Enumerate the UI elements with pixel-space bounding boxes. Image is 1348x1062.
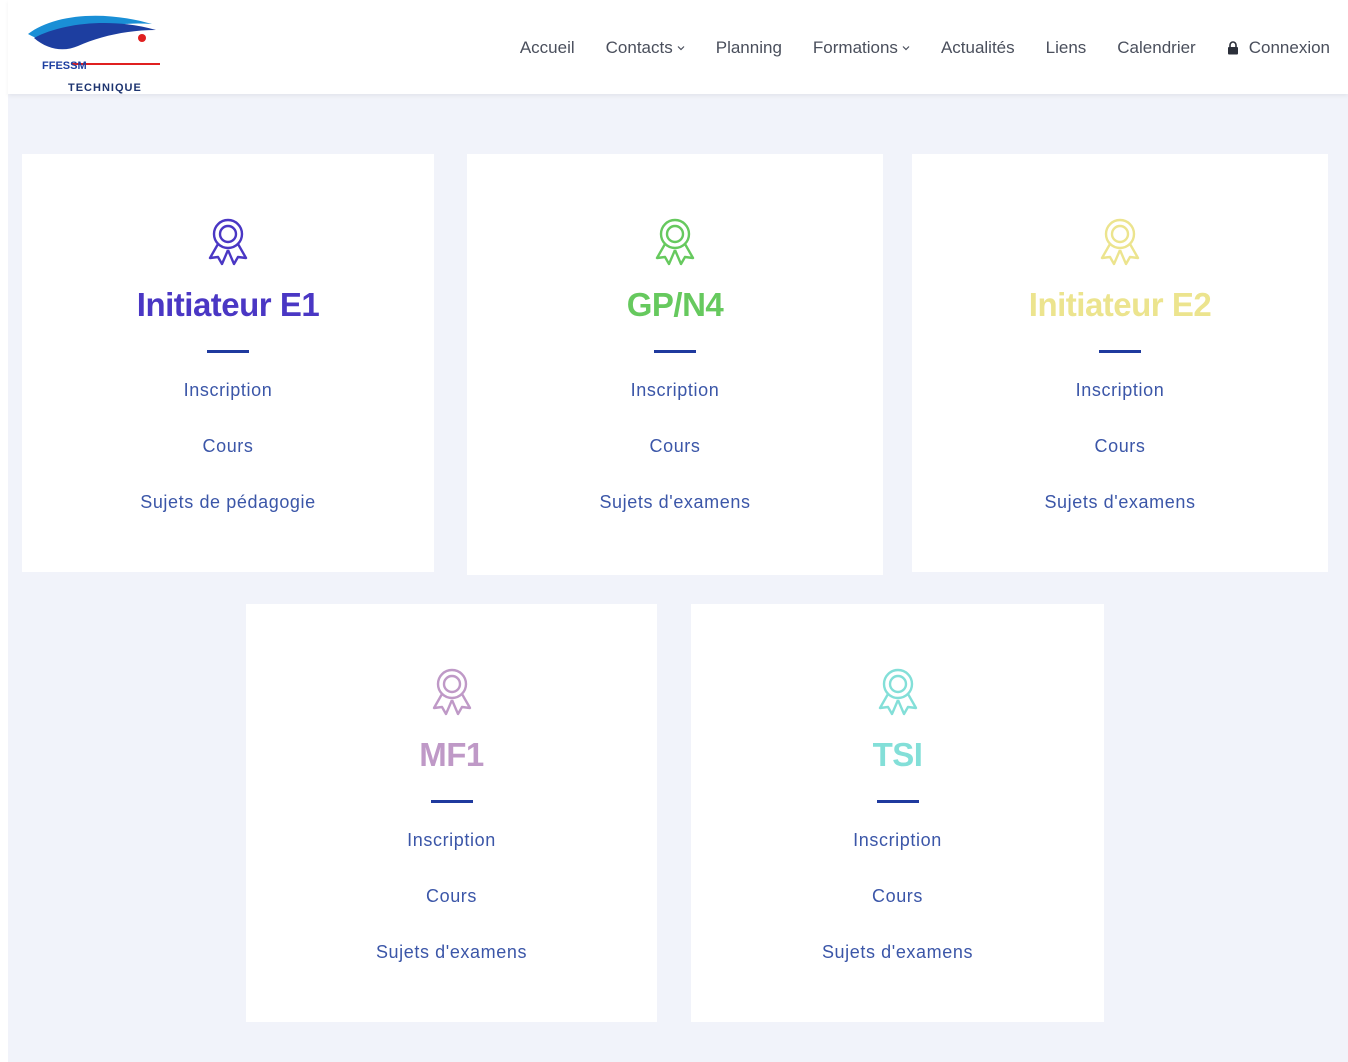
page: FFESSM TECHNIQUE Accueil Contacts Planni… <box>8 0 1348 1062</box>
link-inscription[interactable]: Inscription <box>691 830 1104 851</box>
navbar: FFESSM TECHNIQUE Accueil Contacts Planni… <box>8 0 1348 94</box>
main-nav: Accueil Contacts Planning Formations Act… <box>520 38 1330 58</box>
link-inscription[interactable]: Inscription <box>22 380 434 401</box>
link-sujets[interactable]: Sujets de pédagogie <box>22 492 434 513</box>
link-cours[interactable]: Cours <box>691 886 1104 907</box>
link-cours[interactable]: Cours <box>246 886 657 907</box>
lock-icon <box>1227 41 1238 55</box>
award-badge-icon <box>1100 218 1140 266</box>
link-inscription[interactable]: Inscription <box>246 830 657 851</box>
title-separator <box>876 800 919 803</box>
chevron-down-icon <box>677 46 685 51</box>
chevron-down-icon <box>902 46 910 51</box>
nav-connexion[interactable]: Connexion <box>1227 38 1330 58</box>
nav-label: Formations <box>812 38 898 57</box>
wave-logo-icon <box>28 15 160 65</box>
formation-card-mf1: MF1 Inscription Cours Sujets d'examens <box>246 604 657 1022</box>
formation-card-gp-n4: GP/N4 Inscription Cours Sujets d'examens <box>467 154 883 575</box>
nav-accueil[interactable]: Accueil <box>520 38 575 58</box>
title-separator <box>1099 350 1141 353</box>
nav-label: Actualités <box>940 38 1015 57</box>
nav-label: Accueil <box>519 38 575 57</box>
formation-card-initiateur-e1: Initiateur E1 Inscription Cours Sujets d… <box>22 154 434 572</box>
card-title: TSI <box>872 736 923 773</box>
formation-card-tsi: TSI Inscription Cours Sujets d'examens <box>691 604 1104 1022</box>
award-badge-icon <box>655 218 695 266</box>
link-sujets[interactable]: Sujets d'examens <box>246 942 657 963</box>
nav-liens[interactable]: Liens <box>1046 38 1087 58</box>
nav-actualites[interactable]: Actualités <box>941 38 1015 58</box>
formation-card-initiateur-e2: Initiateur E2 Inscription Cours Sujets d… <box>912 154 1328 572</box>
award-badge-icon <box>878 668 917 716</box>
link-sujets[interactable]: Sujets d'examens <box>912 492 1328 513</box>
link-sujets[interactable]: Sujets d'examens <box>691 942 1104 963</box>
nav-label: Planning <box>715 38 782 57</box>
title-separator <box>207 350 249 353</box>
link-inscription[interactable]: Inscription <box>467 380 883 401</box>
link-cours[interactable]: Cours <box>22 436 434 457</box>
nav-formations[interactable]: Formations <box>813 38 910 58</box>
card-title: GP/N4 <box>626 286 724 323</box>
nav-label: Liens <box>1045 38 1087 57</box>
nav-label: Contacts <box>605 38 673 57</box>
logo-subtitle: TECHNIQUE <box>68 82 142 94</box>
card-title: MF1 <box>419 736 484 773</box>
link-inscription[interactable]: Inscription <box>912 380 1328 401</box>
nav-label: Connexion <box>1248 38 1330 57</box>
link-cours[interactable]: Cours <box>467 436 883 457</box>
award-badge-icon <box>208 218 248 266</box>
award-badge-icon <box>432 668 471 716</box>
card-title: Initiateur E1 <box>136 286 320 323</box>
link-sujets[interactable]: Sujets d'examens <box>467 492 883 513</box>
nav-planning[interactable]: Planning <box>716 38 782 58</box>
title-separator <box>430 800 473 803</box>
card-title: Initiateur E2 <box>1028 286 1212 323</box>
title-separator <box>654 350 696 353</box>
logo-mark-text: FFESSM <box>42 60 87 72</box>
nav-calendrier[interactable]: Calendrier <box>1117 38 1195 58</box>
nav-label: Calendrier <box>1117 38 1196 57</box>
link-cours[interactable]: Cours <box>912 436 1328 457</box>
nav-contacts[interactable]: Contacts <box>606 38 685 58</box>
ffessm-logo[interactable]: FFESSM TECHNIQUE <box>24 8 164 94</box>
